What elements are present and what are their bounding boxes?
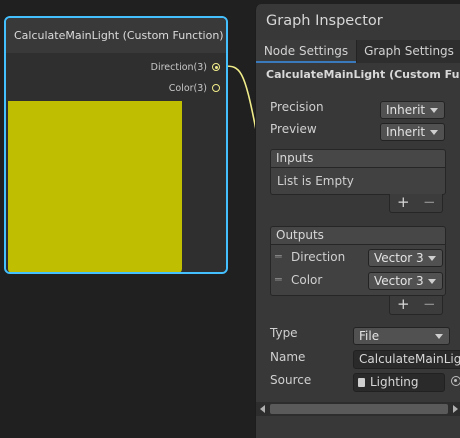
- chevron-down-icon: [428, 256, 436, 261]
- outputs-header: Outputs: [270, 226, 446, 245]
- selected-node-name: CalculateMainLight (Custom Function): [266, 68, 460, 81]
- scroll-right-icon[interactable]: [453, 405, 458, 413]
- source-label: Source: [270, 373, 312, 387]
- type-label: Type: [270, 326, 298, 340]
- object-picker-icon[interactable]: [451, 376, 460, 386]
- output-port-direction[interactable]: [212, 63, 220, 71]
- preview-dropdown[interactable]: Inherit: [380, 123, 445, 141]
- inputs-add-remove: + −: [389, 194, 443, 213]
- output-type-color: Vector 3: [374, 274, 424, 288]
- name-label: Name: [270, 350, 306, 364]
- chevron-down-icon: [430, 130, 438, 135]
- precision-value: Inherit: [386, 103, 426, 117]
- outputs-remove-button[interactable]: −: [423, 296, 436, 313]
- drag-handle-icon[interactable]: ═: [275, 250, 282, 263]
- output-port-color[interactable]: [212, 84, 220, 92]
- drag-handle-icon[interactable]: ═: [275, 273, 282, 286]
- output-port-label-color: Color(3): [168, 83, 207, 94]
- file-icon: [358, 378, 365, 387]
- inputs-add-button[interactable]: +: [397, 194, 410, 211]
- type-dropdown[interactable]: File: [353, 327, 450, 345]
- preview-value: Inherit: [386, 125, 426, 139]
- type-value: File: [359, 329, 380, 343]
- output-name-color: Color: [291, 273, 323, 287]
- chevron-down-icon: [428, 279, 436, 284]
- output-type-dropdown-direction[interactable]: Vector 3: [368, 249, 443, 267]
- preview-label: Preview: [270, 122, 317, 136]
- graph-inspector-panel: Graph Inspector Node Settings Graph Sett…: [255, 4, 460, 438]
- scrollbar-thumb[interactable]: [270, 404, 448, 414]
- outputs-add-button[interactable]: +: [397, 296, 410, 313]
- tab-node-settings[interactable]: Node Settings: [256, 40, 356, 63]
- source-value: Lighting: [370, 375, 419, 389]
- node-title[interactable]: CalculateMainLight (Custom Function): [6, 18, 226, 53]
- custom-function-node[interactable]: CalculateMainLight (Custom Function) Dir…: [4, 16, 228, 274]
- inputs-header: Inputs: [270, 149, 446, 168]
- tab-graph-settings[interactable]: Graph Settings: [356, 40, 460, 63]
- inputs-list: List is Empty: [270, 167, 446, 195]
- source-object-field[interactable]: Lighting: [353, 373, 445, 392]
- output-type-dropdown-color[interactable]: Vector 3: [368, 272, 443, 290]
- chevron-down-icon: [435, 334, 443, 339]
- tab-bar: Node Settings Graph Settings: [256, 40, 460, 63]
- node-preview: [8, 101, 182, 272]
- outputs-list: ═ Direction Vector 3 ═ Color Vector 3: [270, 244, 446, 296]
- precision-dropdown[interactable]: Inherit: [380, 101, 445, 119]
- output-port-label-direction: Direction(3): [150, 62, 207, 73]
- output-name-direction: Direction: [291, 250, 346, 264]
- scroll-left-icon[interactable]: [260, 405, 265, 413]
- outputs-add-remove: + −: [389, 296, 443, 315]
- chevron-down-icon: [430, 108, 438, 113]
- precision-label: Precision: [270, 100, 324, 114]
- horizontal-scrollbar[interactable]: [256, 402, 460, 416]
- output-type-direction: Vector 3: [374, 251, 424, 265]
- inputs-empty-text: List is Empty: [277, 174, 354, 188]
- inspector-title: Graph Inspector: [266, 13, 383, 29]
- name-input[interactable]: CalculateMainLight: [353, 350, 460, 369]
- inputs-remove-button[interactable]: −: [423, 194, 436, 211]
